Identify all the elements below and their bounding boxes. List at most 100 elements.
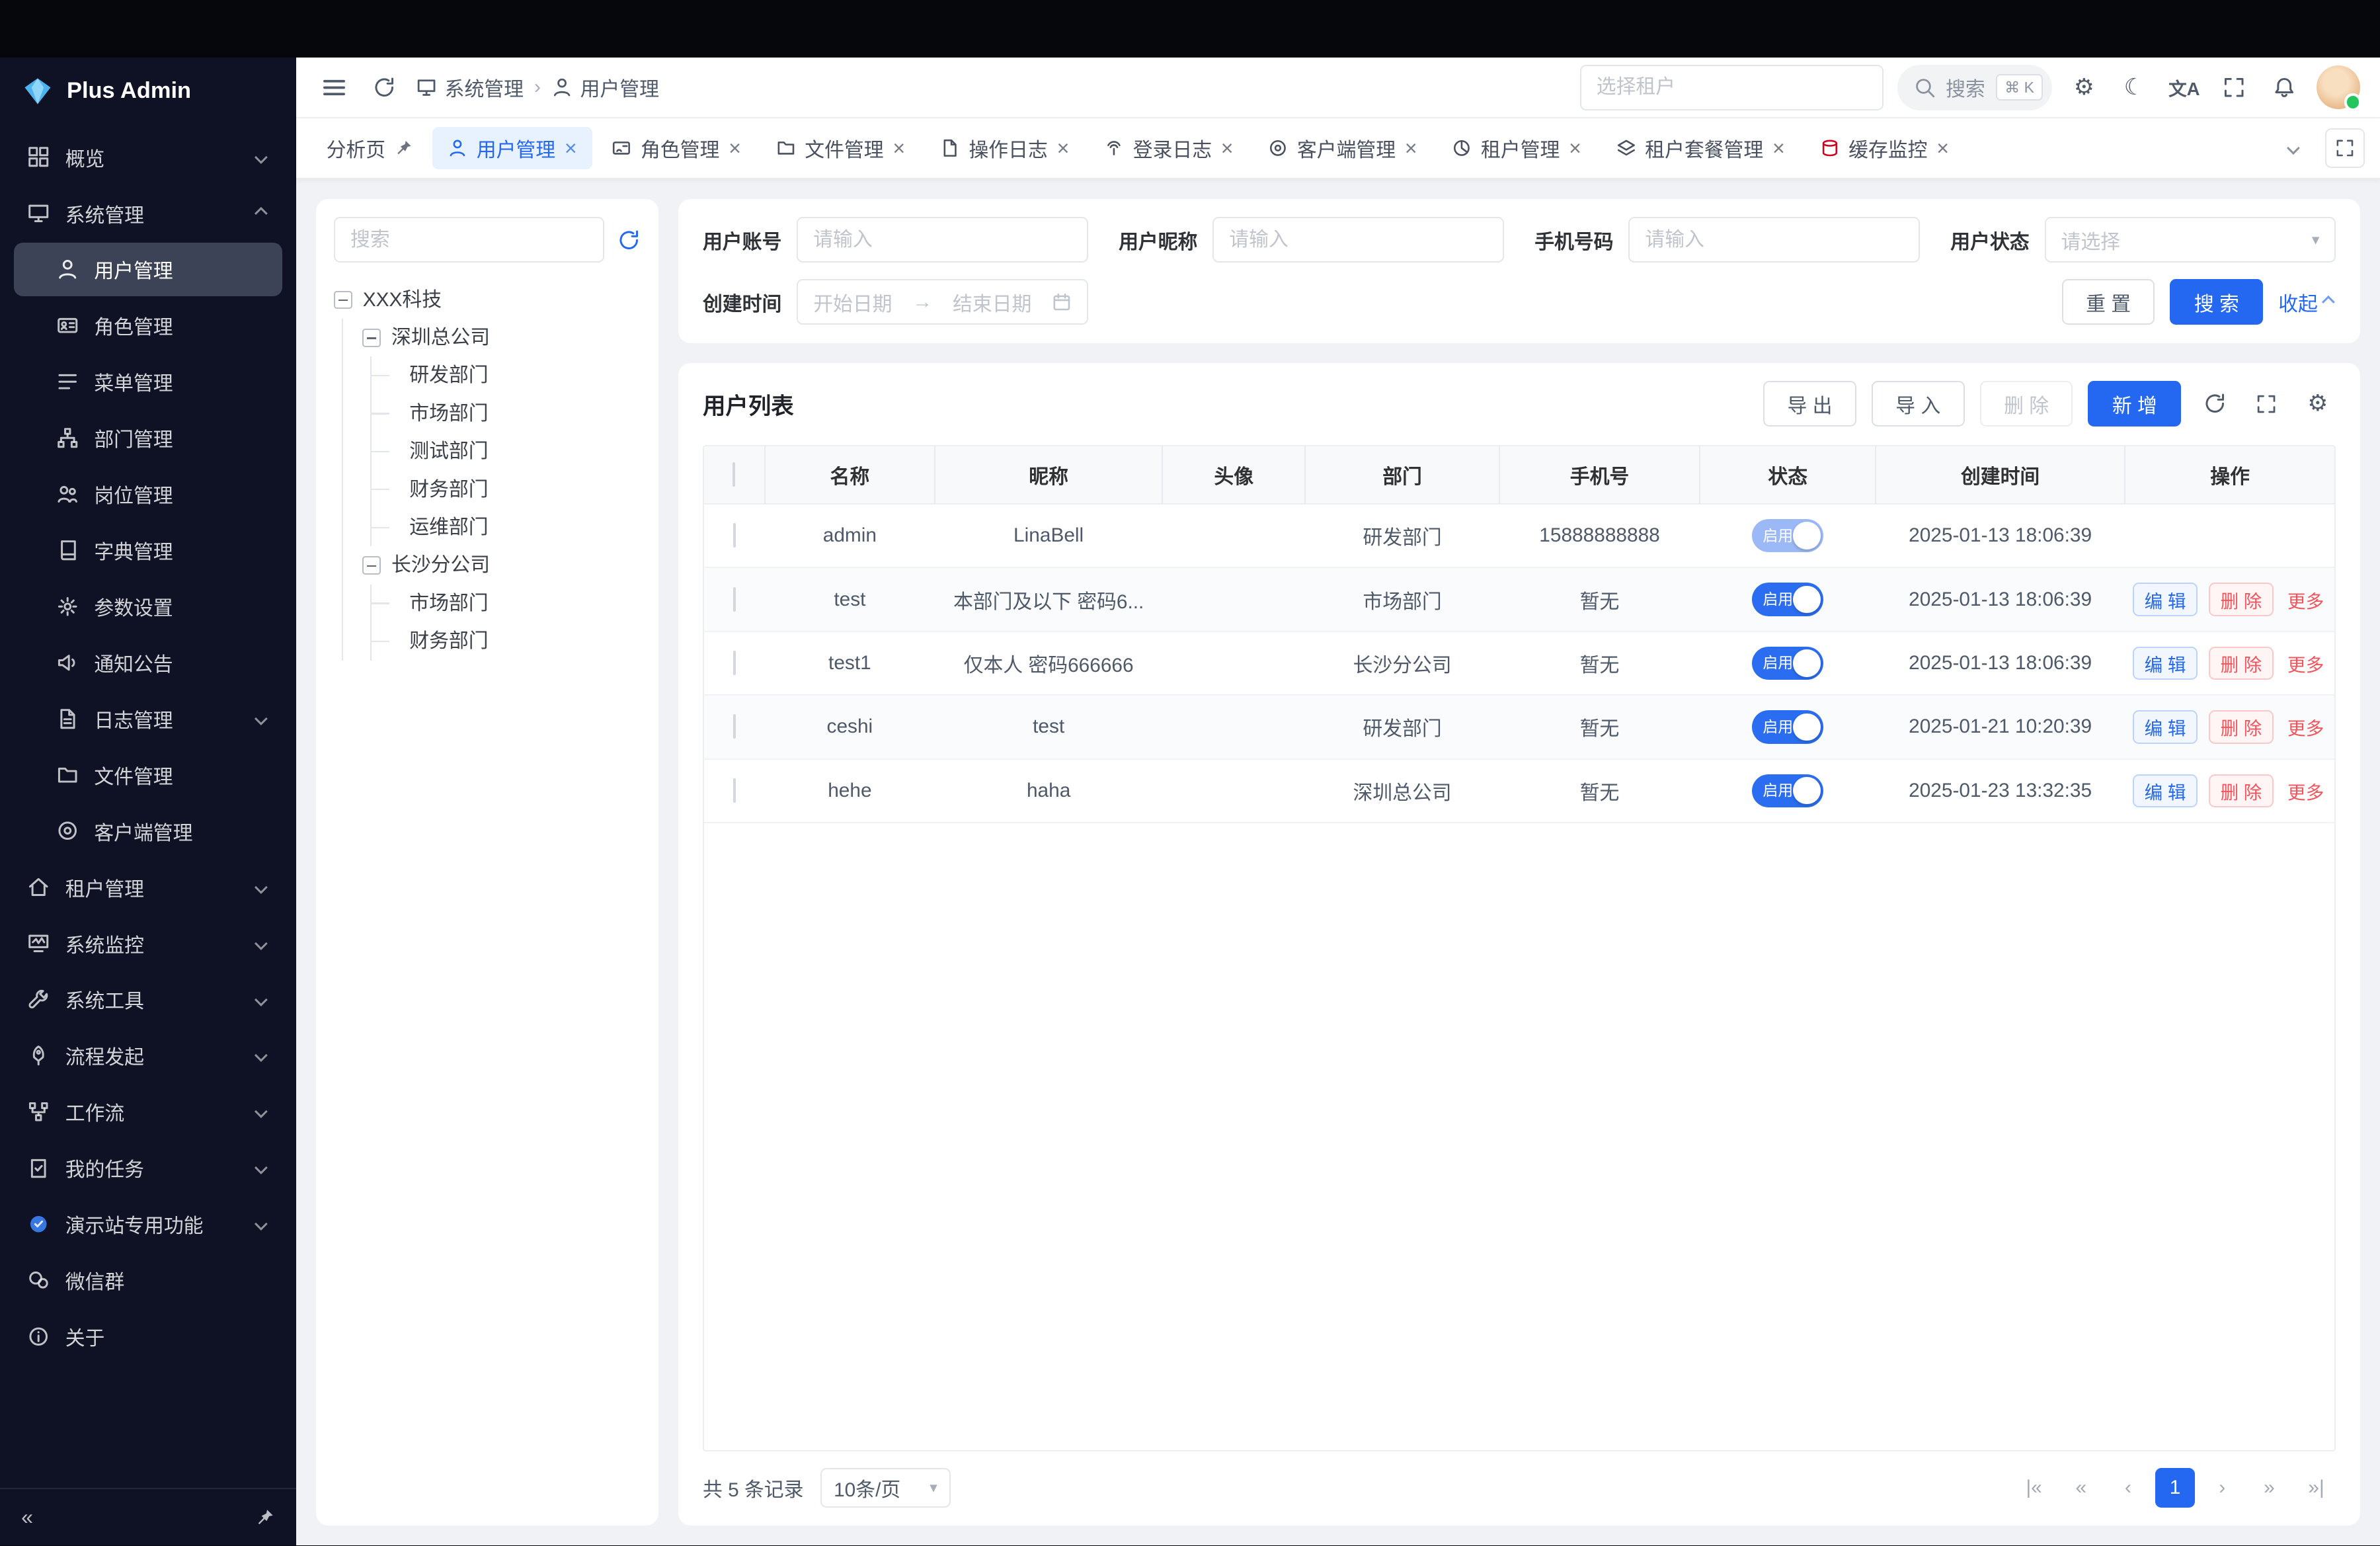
settings-gear-button[interactable]: ⚙	[2066, 69, 2102, 106]
sidebar-collapse-button[interactable]: «	[21, 1505, 33, 1529]
collapse-filter-link[interactable]: 收起	[2278, 288, 2336, 317]
sidebar-item-process-start[interactable]: 流程发起	[14, 1029, 282, 1082]
translate-button[interactable]: 文A	[2166, 69, 2202, 106]
status-toggle[interactable]: 启用	[1752, 710, 1823, 744]
close-icon[interactable]: ×	[1221, 138, 1234, 159]
sidebar-item-tenant-management[interactable]: 租户管理	[14, 860, 282, 913]
status-toggle[interactable]: 启用	[1752, 647, 1823, 680]
tab-file-management[interactable]: 文件管理 ×	[761, 127, 920, 169]
tree-refresh-button[interactable]	[617, 229, 640, 251]
sidebar-item-role-management[interactable]: 角色管理	[14, 299, 282, 352]
close-icon[interactable]: ×	[892, 138, 905, 159]
sidebar-item-demo-features[interactable]: 演示站专用功能	[14, 1198, 282, 1250]
sidebar-item-my-tasks[interactable]: 我的任务	[14, 1141, 282, 1194]
pin-icon[interactable]	[395, 139, 413, 157]
next-page-button[interactable]: ›	[2202, 1468, 2242, 1508]
delete-row-button[interactable]: 删 除	[2209, 710, 2274, 744]
edit-button[interactable]: 编 辑	[2133, 647, 2198, 680]
tab-user-management[interactable]: 用户管理 ×	[432, 127, 592, 169]
tab-client-management[interactable]: 客户端管理 ×	[1253, 127, 1432, 169]
fullscreen-button[interactable]	[2216, 69, 2252, 106]
row-checkbox[interactable]	[733, 714, 736, 739]
tree-leaf-dept[interactable]: 财务部门	[391, 471, 641, 509]
tree-leaf-dept[interactable]: 研发部门	[391, 356, 641, 394]
row-checkbox[interactable]	[733, 523, 736, 548]
breadcrumb-item-system[interactable]: 系统管理	[416, 73, 524, 102]
sidebar-item-system-tools[interactable]: 系统工具	[14, 973, 282, 1026]
row-checkbox[interactable]	[733, 651, 736, 675]
tabs-dropdown-button[interactable]	[2277, 130, 2313, 166]
search-button[interactable]: 搜 索	[2170, 279, 2263, 325]
close-icon[interactable]: ×	[1569, 138, 1581, 159]
refresh-page-button[interactable]	[366, 69, 402, 106]
tree-search-input[interactable]	[334, 217, 604, 263]
sidebar-item-menu-management[interactable]: 菜单管理	[14, 355, 282, 408]
table-settings-gear-button[interactable]: ⚙	[2299, 386, 2336, 422]
tree-leaf-dept[interactable]: 运维部门	[391, 509, 641, 546]
tree-node-root[interactable]: XXX科技	[334, 281, 641, 319]
tree-leaf-dept[interactable]: 市场部门	[391, 585, 641, 622]
first-page-button[interactable]: |«	[2014, 1468, 2054, 1508]
sidebar-item-workflow[interactable]: 工作流	[14, 1085, 282, 1138]
tree-leaf-dept[interactable]: 测试部门	[391, 432, 641, 470]
close-icon[interactable]: ×	[729, 138, 741, 159]
sidebar-item-overview[interactable]: 概览	[14, 130, 282, 183]
tree-collapse-icon[interactable]	[334, 291, 352, 309]
sidebar-item-system-management[interactable]: 系统管理	[14, 186, 282, 239]
tab-login-log[interactable]: 登录日志 ×	[1089, 127, 1248, 169]
account-input[interactable]	[797, 217, 1088, 263]
edit-button[interactable]: 编 辑	[2133, 583, 2198, 616]
last-page-button[interactable]: »|	[2297, 1468, 2336, 1508]
delete-row-button[interactable]: 删 除	[2209, 647, 2274, 680]
table-fullscreen-button[interactable]	[2248, 386, 2284, 422]
hamburger-menu-button[interactable]	[316, 69, 352, 106]
tab-tenant-management[interactable]: 租户管理 ×	[1437, 127, 1596, 169]
more-button[interactable]: 更多	[2284, 583, 2326, 616]
sidebar-item-wechat-group[interactable]: 微信群	[14, 1254, 282, 1307]
row-checkbox[interactable]	[733, 778, 736, 803]
page-size-select[interactable]: 10条/页 ▾	[820, 1468, 951, 1508]
status-toggle[interactable]: 启用	[1752, 583, 1823, 616]
tenant-select-input[interactable]	[1580, 65, 1884, 110]
sidebar-item-file-management[interactable]: 文件管理	[14, 749, 282, 801]
sidebar-item-system-monitor[interactable]: 系统监控	[14, 916, 282, 969]
row-checkbox[interactable]	[733, 587, 736, 612]
date-range-picker[interactable]: 开始日期 → 结束日期	[797, 279, 1088, 325]
jump-back-button[interactable]: «	[2061, 1468, 2101, 1508]
status-toggle[interactable]: 启用	[1752, 774, 1823, 808]
table-refresh-button[interactable]	[2196, 386, 2233, 422]
edit-button[interactable]: 编 辑	[2133, 774, 2198, 808]
edit-button[interactable]: 编 辑	[2133, 710, 2198, 744]
jump-forward-button[interactable]: »	[2250, 1468, 2289, 1508]
tab-cache-monitor[interactable]: 缓存监控 ×	[1805, 127, 1964, 169]
user-avatar[interactable]	[2317, 65, 2361, 110]
breadcrumb-item-user[interactable]: 用户管理	[551, 73, 659, 102]
sidebar-item-client-management[interactable]: 客户端管理	[14, 804, 282, 857]
tree-collapse-icon[interactable]	[362, 556, 381, 575]
close-icon[interactable]: ×	[1772, 138, 1785, 159]
close-icon[interactable]: ×	[1057, 138, 1070, 159]
delete-row-button[interactable]: 删 除	[2209, 774, 2274, 808]
notifications-bell-button[interactable]	[2266, 69, 2303, 106]
select-all-checkbox[interactable]	[733, 462, 735, 487]
delete-button[interactable]: 删 除	[1980, 381, 2073, 427]
sidebar-item-post-management[interactable]: 岗位管理	[14, 468, 282, 520]
page-number-button[interactable]: 1	[2155, 1468, 2195, 1508]
add-button[interactable]: 新 增	[2088, 381, 2181, 427]
tab-role-management[interactable]: 角色管理 ×	[596, 127, 756, 169]
tab-tenant-package-management[interactable]: 租户套餐管理 ×	[1601, 127, 1800, 169]
sidebar-item-dept-management[interactable]: 部门管理	[14, 411, 282, 464]
tab-operation-log[interactable]: 操作日志 ×	[925, 127, 1084, 169]
sidebar-item-param-settings[interactable]: 参数设置	[14, 580, 282, 633]
tree-node-shenzhen[interactable]: 深圳总公司	[362, 319, 640, 356]
sidebar-item-log-management[interactable]: 日志管理	[14, 692, 282, 745]
tree-collapse-icon[interactable]	[362, 329, 381, 347]
tab-analysis[interactable]: 分析页	[311, 127, 428, 169]
sidebar-item-user-management[interactable]: 用户管理	[14, 243, 282, 296]
tree-leaf-dept[interactable]: 市场部门	[391, 395, 641, 432]
pin-icon[interactable]	[255, 1508, 275, 1527]
sidebar-item-notice[interactable]: 通知公告	[14, 636, 282, 689]
nickname-input[interactable]	[1212, 217, 1504, 263]
status-toggle[interactable]: 启用	[1752, 519, 1823, 553]
tree-node-changsha[interactable]: 长沙分公司	[362, 546, 640, 584]
